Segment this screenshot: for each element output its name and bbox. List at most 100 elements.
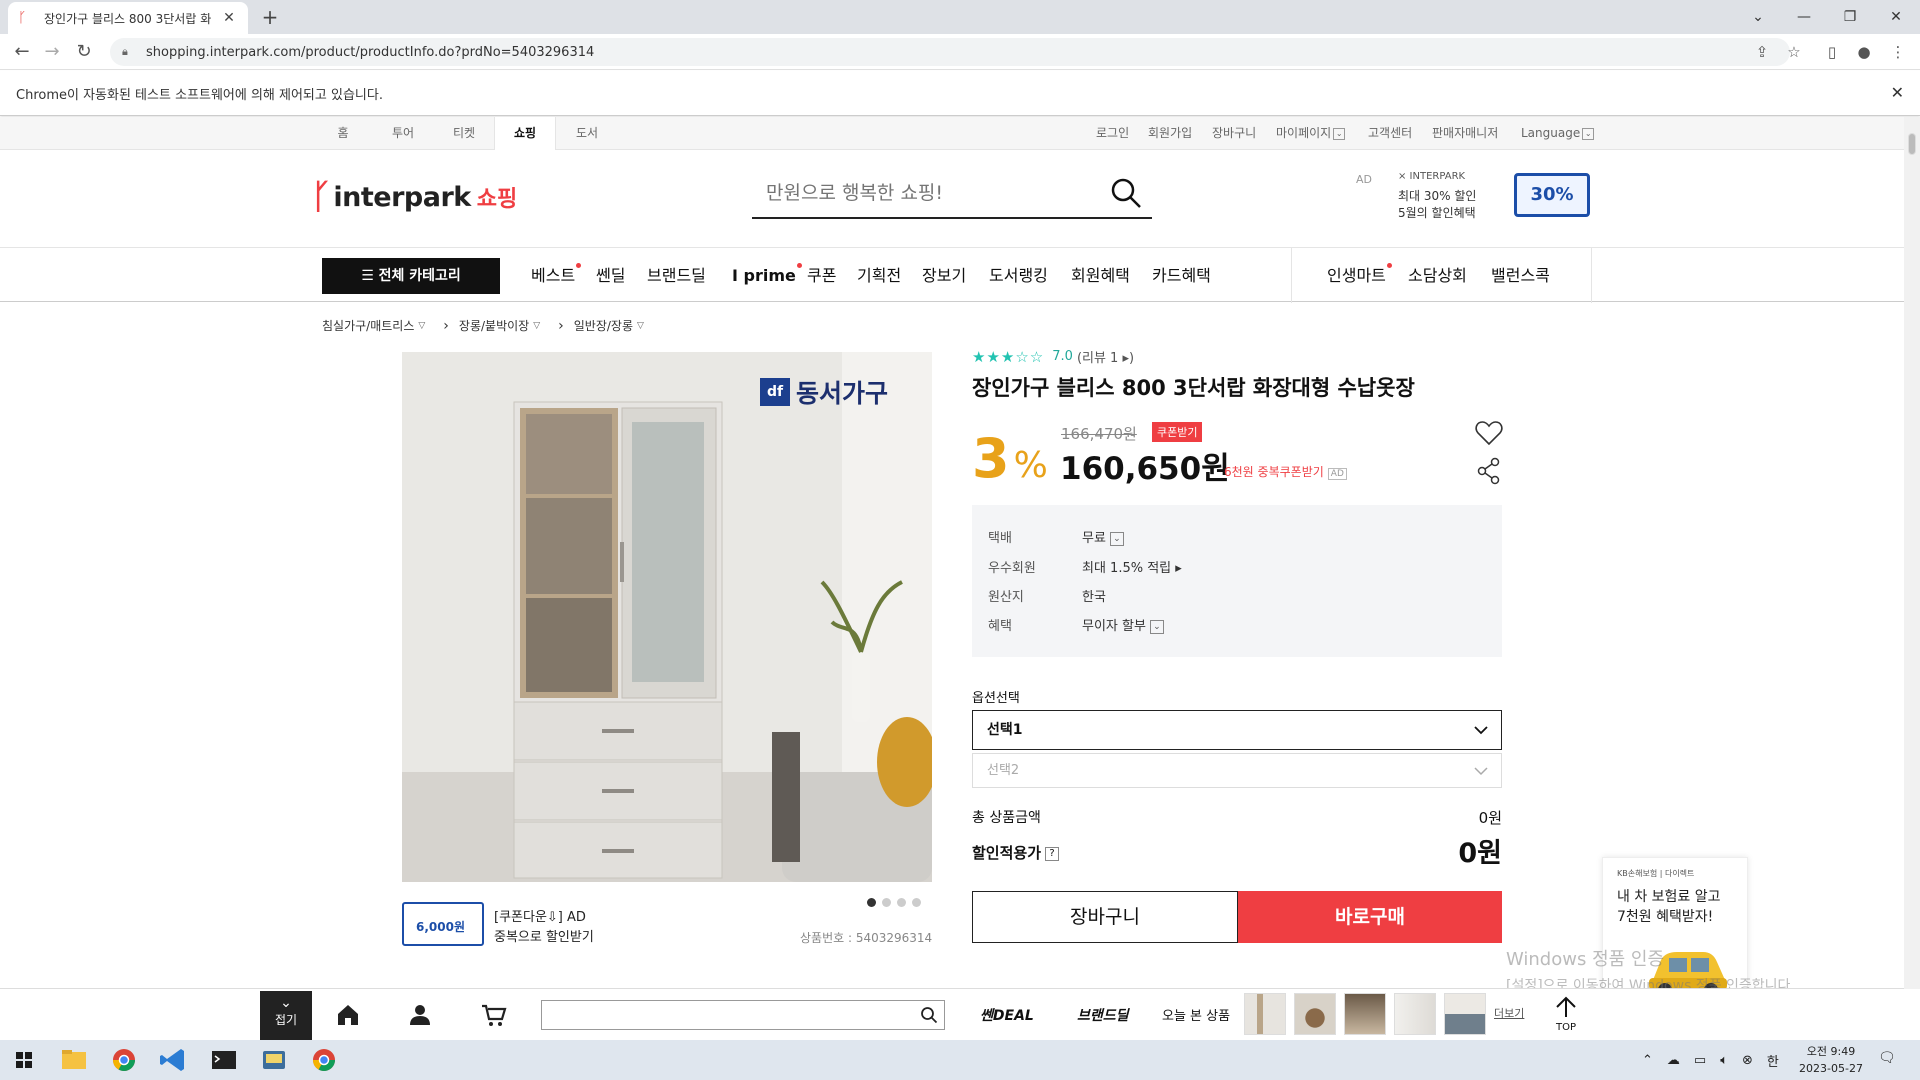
- signup-link[interactable]: 회원가입: [1148, 117, 1192, 150]
- product-image[interactable]: df 동서가구: [402, 352, 932, 882]
- recent-item-thumb[interactable]: [1344, 993, 1386, 1035]
- wishlist-heart-icon[interactable]: [1475, 420, 1503, 446]
- delivery-row[interactable]: 우수회원 최대 1.5% 적립 ▸: [988, 557, 1182, 576]
- language-select[interactable]: Language ⌄: [1521, 117, 1595, 150]
- option-select-1[interactable]: 선택1: [972, 710, 1502, 750]
- side-panel-icon[interactable]: ▯: [1822, 42, 1842, 62]
- recent-item-thumb[interactable]: [1394, 993, 1436, 1035]
- cat-exhibition[interactable]: 기획전: [857, 248, 901, 303]
- cart-link[interactable]: 장바구니: [1212, 117, 1256, 150]
- restore-button[interactable]: ❐: [1828, 4, 1872, 30]
- search-icon[interactable]: [920, 1006, 938, 1024]
- chrome-icon[interactable]: [100, 1040, 148, 1080]
- vscode-icon[interactable]: [150, 1040, 198, 1080]
- ssendeal-logo[interactable]: 쎈DEAL: [980, 1005, 1034, 1025]
- home-icon[interactable]: [334, 1001, 362, 1029]
- tab-search-chevron-icon[interactable]: ⌄: [1736, 4, 1780, 30]
- cat-iprime[interactable]: I prime: [732, 248, 802, 303]
- mypage-link[interactable]: 마이페이지 ⌄: [1276, 117, 1346, 150]
- cat-best[interactable]: 베스트: [531, 248, 582, 303]
- user-icon[interactable]: [406, 1001, 434, 1029]
- customer-center-link[interactable]: 고객센터: [1368, 117, 1412, 150]
- recent-item-thumb[interactable]: [1444, 993, 1486, 1035]
- display-icon[interactable]: ▭: [1694, 1053, 1706, 1068]
- chrome-active-icon[interactable]: [300, 1040, 348, 1080]
- option-select-2[interactable]: 선택2: [972, 753, 1502, 788]
- reload-button[interactable]: ↻: [72, 40, 96, 64]
- image-pager-dot[interactable]: [882, 898, 891, 907]
- cart-icon[interactable]: [480, 1001, 508, 1029]
- new-tab-button[interactable]: +: [258, 5, 282, 29]
- gnb-tab-tour[interactable]: 투어: [372, 117, 434, 150]
- image-pager-dot[interactable]: [912, 898, 921, 907]
- forward-button[interactable]: →: [40, 40, 64, 64]
- extra-coupon-link[interactable]: 6천원 중복쿠폰받기 AD: [1224, 463, 1347, 480]
- tray-chevron-up-icon[interactable]: ⌃: [1642, 1053, 1653, 1068]
- all-category-button[interactable]: ☰ 전체 카테고리: [322, 258, 500, 294]
- bookmark-star-icon[interactable]: ☆: [1784, 42, 1804, 62]
- network-icon[interactable]: ☁: [1667, 1053, 1680, 1068]
- chevron-down-icon[interactable]: ⌄: [1109, 531, 1124, 546]
- menu-kebab-icon[interactable]: ⋮: [1888, 42, 1908, 62]
- cat-coupon[interactable]: 쿠폰: [807, 248, 836, 303]
- header-ad-banner[interactable]: AD × INTERPARK 최대 30% 할인 5월의 할인혜택 30%: [1352, 167, 1592, 237]
- add-to-cart-button[interactable]: 장바구니: [972, 891, 1238, 943]
- terminal-icon[interactable]: [200, 1040, 248, 1080]
- recent-item-thumb[interactable]: [1244, 993, 1286, 1035]
- image-pager-dot[interactable]: [867, 898, 876, 907]
- clock[interactable]: 오전 9:49 2023-05-27: [1794, 1043, 1868, 1077]
- notification-icon[interactable]: 🗨︎: [1878, 1050, 1896, 1066]
- profile-icon[interactable]: ●: [1854, 42, 1874, 62]
- minimize-button[interactable]: —: [1782, 4, 1826, 30]
- breadcrumb-item[interactable]: 침실가구/매트리스 ▽: [322, 317, 425, 334]
- more-link[interactable]: 더보기: [1494, 1005, 1524, 1021]
- rating[interactable]: ★★★☆☆ 7.0 (리뷰 1 ▸): [972, 347, 1134, 367]
- scroll-top-button[interactable]: TOP: [1550, 995, 1582, 1035]
- cat-card-benefit[interactable]: 카드혜택: [1152, 248, 1211, 303]
- gnb-tab-books[interactable]: 도서: [556, 117, 618, 150]
- breadcrumb-item[interactable]: 일반장/장롱 ▽: [574, 317, 644, 334]
- scrollbar-thumb[interactable]: [1908, 133, 1916, 155]
- fold-button[interactable]: ⌄ 접기: [260, 991, 312, 1043]
- interpark-logo[interactable]: ᚴ interpark 쇼핑: [311, 177, 517, 217]
- cat-grocery[interactable]: 장보기: [922, 248, 966, 303]
- share-icon[interactable]: [1477, 457, 1501, 485]
- image-pager-dot[interactable]: [897, 898, 906, 907]
- close-window-button[interactable]: ✕: [1874, 4, 1918, 30]
- chevron-down-icon[interactable]: ⌄: [1149, 619, 1164, 634]
- close-tab-icon[interactable]: ✕: [220, 10, 238, 26]
- recent-item-thumb[interactable]: [1294, 993, 1336, 1035]
- share-page-icon[interactable]: ⇪: [1752, 42, 1772, 62]
- branddeal-logo[interactable]: 브랜드딜: [1077, 1005, 1129, 1025]
- cat-member-benefit[interactable]: 회원혜택: [1071, 248, 1130, 303]
- seller-manager-link[interactable]: 판매자매니저: [1432, 117, 1498, 150]
- search-icon[interactable]: [1110, 177, 1142, 209]
- back-button[interactable]: ←: [10, 40, 34, 64]
- gnb-tab-shopping[interactable]: 쇼핑: [494, 117, 556, 150]
- close-infobar-icon[interactable]: ✕: [1891, 83, 1904, 102]
- volume-mute-icon[interactable]: 🔈︎: [1720, 1053, 1728, 1068]
- bottom-search-input[interactable]: [541, 1000, 945, 1030]
- cat-balance[interactable]: 밸런스콕: [1491, 248, 1550, 303]
- cat-ssendeal[interactable]: 쎈딜: [596, 248, 625, 303]
- url-field[interactable]: 🔒︎ shopping.interpark.com/product/produc…: [110, 38, 1790, 66]
- circle-x-icon[interactable]: ⊗: [1742, 1053, 1753, 1068]
- python-app-icon[interactable]: [250, 1040, 298, 1080]
- coupon-badge-button[interactable]: 쿠폰받기: [1152, 422, 1203, 442]
- help-icon[interactable]: ?: [1045, 846, 1060, 861]
- ime-indicator[interactable]: 한: [1767, 1051, 1779, 1070]
- search-input[interactable]: [752, 171, 1082, 215]
- gnb-tab-home[interactable]: 홈: [312, 117, 374, 150]
- cat-book-ranking[interactable]: 도서랭킹: [989, 248, 1048, 303]
- cat-sodam[interactable]: 소담상회: [1408, 248, 1467, 303]
- breadcrumb-item[interactable]: 장롱/붙박이장 ▽: [459, 317, 540, 334]
- windows-start-icon[interactable]: [0, 1040, 48, 1080]
- file-explorer-icon[interactable]: [50, 1040, 98, 1080]
- cat-life-mart[interactable]: 인생마트: [1327, 248, 1392, 303]
- cat-branddeal[interactable]: 브랜드딜: [647, 248, 706, 303]
- gnb-tab-ticket[interactable]: 티켓: [433, 117, 495, 150]
- browser-tab[interactable]: ᚴ 장인가구 블리스 800 3단서랍 화 ✕: [8, 2, 248, 34]
- login-link[interactable]: 로그인: [1096, 117, 1129, 150]
- buy-now-button[interactable]: 바로구매: [1238, 891, 1502, 943]
- page-scrollbar[interactable]: [1904, 117, 1920, 989]
